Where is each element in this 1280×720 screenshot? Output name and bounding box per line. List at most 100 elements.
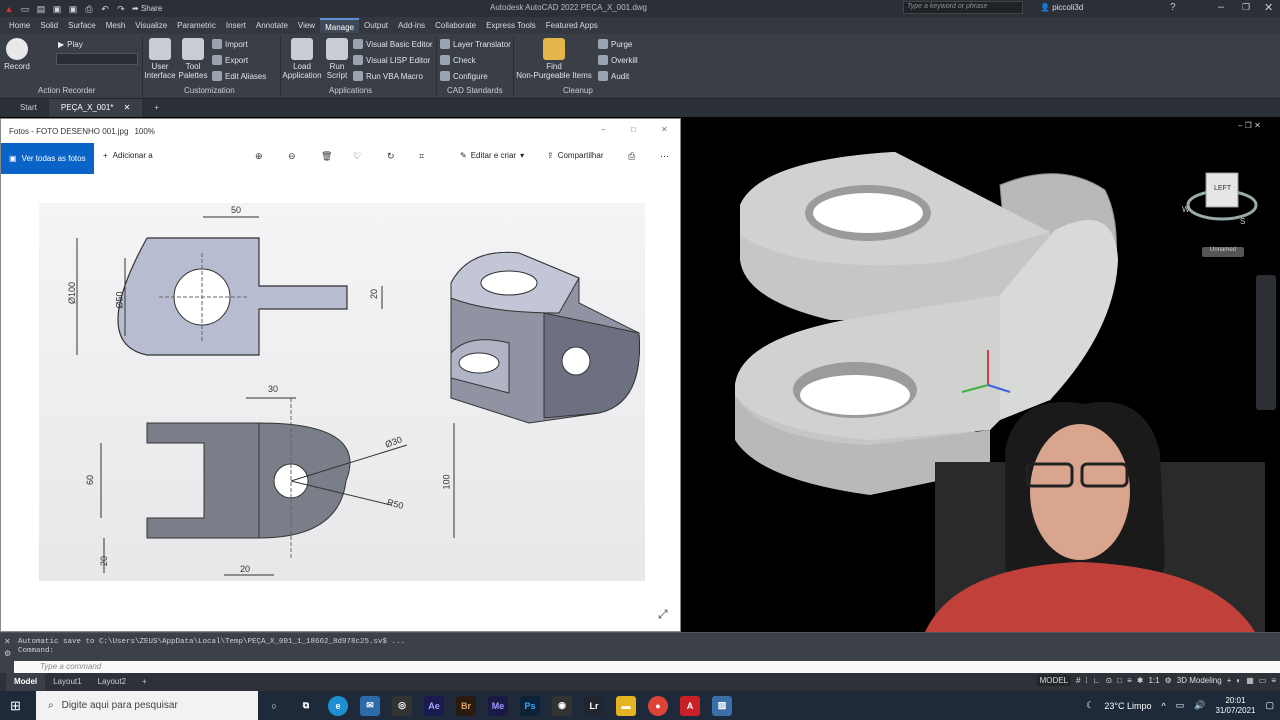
crop-icon[interactable]: ⌗: [419, 151, 424, 162]
autocad-logo-icon[interactable]: ▲: [4, 4, 14, 14]
share-photos-button[interactable]: ⇪ Compartilhar: [547, 151, 604, 160]
weather-icon[interactable]: ☾: [1086, 700, 1094, 711]
tab-collaborate[interactable]: Collaborate: [430, 18, 481, 33]
taskbar-search[interactable]: ⌕ Digite aqui para pesquisar: [36, 691, 258, 720]
add-to-button[interactable]: + Adicionar a: [103, 151, 153, 160]
help-icon[interactable]: ?: [1170, 2, 1176, 13]
tab-express-tools[interactable]: Express Tools: [481, 18, 541, 33]
tool-palettes-button[interactable]: Tool Palettes: [178, 38, 208, 80]
annotation-scale[interactable]: 1:1: [1148, 676, 1159, 685]
user-menu[interactable]: 👤 piccoli3d: [1040, 3, 1083, 12]
save-icon[interactable]: ▣: [52, 4, 62, 14]
tab-home[interactable]: Home: [4, 18, 35, 33]
visual-basic-editor-button[interactable]: Visual Basic Editor: [353, 38, 433, 50]
model-space-toggle[interactable]: MODEL: [1036, 675, 1072, 686]
load-application-button[interactable]: Load Application: [282, 38, 322, 80]
record-button[interactable]: Record: [4, 38, 30, 71]
tab-parametric[interactable]: Parametric: [172, 18, 221, 33]
task-view-icon[interactable]: ⧉: [296, 696, 316, 716]
save-as-icon[interactable]: ▣: [68, 4, 78, 14]
tab-view[interactable]: View: [293, 18, 320, 33]
favorite-icon[interactable]: ♡: [353, 151, 361, 162]
tab-surface[interactable]: Surface: [63, 18, 101, 33]
new-icon[interactable]: ▭: [20, 4, 30, 14]
close-tab-icon[interactable]: ✕: [124, 103, 131, 112]
plus-icon[interactable]: +: [1227, 676, 1232, 685]
photos-taskbar-icon[interactable]: ▨: [712, 695, 732, 716]
settings-cmd-icon[interactable]: ⚙: [4, 649, 11, 658]
autocad-icon[interactable]: A: [680, 695, 700, 716]
clean-screen-icon[interactable]: ▭: [1259, 676, 1267, 685]
lineweight-icon[interactable]: ≡: [1127, 676, 1132, 685]
tab-featured-apps[interactable]: Featured Apps: [541, 18, 603, 33]
isolate-icon[interactable]: ◐: [1236, 676, 1241, 685]
ortho-icon[interactable]: ∟: [1093, 676, 1101, 685]
open-icon[interactable]: ▤: [36, 4, 46, 14]
zoom-out-icon[interactable]: ⊖: [288, 151, 296, 162]
tab-solid[interactable]: Solid: [35, 18, 63, 33]
see-all-photos-button[interactable]: ▣ Ver todas as fotos: [1, 142, 94, 174]
zoom-in-icon[interactable]: ⊕: [255, 151, 263, 162]
media-encoder-icon[interactable]: Me: [488, 695, 508, 716]
run-script-button[interactable]: Run Script: [324, 38, 350, 80]
export-button[interactable]: Export: [212, 54, 248, 66]
play-button[interactable]: ▶ Play: [58, 38, 83, 50]
viewport-controls[interactable]: – ❐ ✕: [1238, 121, 1261, 130]
print-icon[interactable]: ⎙: [628, 151, 635, 162]
network-icon[interactable]: ▭: [1176, 700, 1185, 711]
purge-button[interactable]: Purge: [598, 38, 632, 50]
redo-icon[interactable]: ↷: [116, 4, 126, 14]
tab-mesh[interactable]: Mesh: [101, 18, 131, 33]
tab-add-ins[interactable]: Add-ins: [393, 18, 430, 33]
weather-label[interactable]: 23°C Limpo: [1104, 701, 1151, 711]
command-input[interactable]: Type a command: [14, 661, 1280, 673]
delete-icon[interactable]: 🗑: [321, 151, 332, 162]
maximize-icon[interactable]: ❐: [1242, 2, 1250, 13]
polar-icon[interactable]: ⊙: [1106, 676, 1113, 685]
windows-start-icon[interactable]: ⊞: [10, 698, 21, 714]
close-cmd-icon[interactable]: ✕: [4, 637, 11, 646]
app-icon[interactable]: ◉: [552, 695, 572, 716]
tab-output[interactable]: Output: [359, 18, 393, 33]
tab-visualize[interactable]: Visualize: [130, 18, 172, 33]
tab-layout2[interactable]: Layout2: [90, 673, 134, 691]
macro-select[interactable]: [56, 53, 138, 65]
photos-minimize-icon[interactable]: –: [601, 125, 605, 134]
tray-chevron-icon[interactable]: ^: [1161, 701, 1165, 711]
rotate-icon[interactable]: ↻: [387, 151, 395, 162]
edit-aliases-button[interactable]: Edit Aliases: [212, 70, 266, 82]
run-vba-macro-button[interactable]: Run VBA Macro: [353, 70, 423, 82]
configure-button[interactable]: Configure: [440, 70, 488, 82]
hardware-accel-icon[interactable]: ▦: [1246, 676, 1254, 685]
photos-close-icon[interactable]: ✕: [661, 125, 668, 134]
tab-peca-x-001[interactable]: PEÇA_X_001* ✕: [48, 99, 143, 117]
viewcube[interactable]: LEFT W S: [1182, 165, 1262, 235]
after-effects-icon[interactable]: Ae: [424, 695, 444, 716]
annotation-icon[interactable]: ✱: [1137, 676, 1144, 685]
plot-icon[interactable]: ⎙: [84, 4, 94, 14]
more-icon[interactable]: ⋯: [660, 151, 669, 162]
explorer-icon[interactable]: ▬: [616, 695, 636, 716]
minimize-icon[interactable]: –: [1218, 1, 1224, 13]
snap-icon[interactable]: ⁞: [1085, 676, 1087, 685]
action-recorder-panel-label[interactable]: Action Recorder: [38, 86, 95, 95]
new-tab-button[interactable]: +: [142, 99, 171, 117]
overkill-button[interactable]: Overkill: [598, 54, 638, 66]
layer-translator-button[interactable]: Layer Translator: [440, 38, 511, 50]
osnap-icon[interactable]: □: [1117, 676, 1122, 685]
check-button[interactable]: Check: [440, 54, 476, 66]
ucs-menu[interactable]: Unnamed: [1202, 247, 1244, 257]
undo-icon[interactable]: ↶: [100, 4, 110, 14]
obs-icon[interactable]: ◎: [392, 695, 412, 716]
tab-insert[interactable]: Insert: [221, 18, 251, 33]
lr-icon[interactable]: Lr: [584, 695, 604, 716]
fullscreen-icon[interactable]: ⤢: [658, 607, 668, 622]
close-icon[interactable]: ✕: [1264, 1, 1273, 14]
edit-create-button[interactable]: ✎ Editar e criar ▾: [460, 151, 524, 160]
edge-icon[interactable]: e: [328, 695, 348, 716]
tab-manage[interactable]: Manage: [320, 18, 360, 33]
notification-icon[interactable]: ▢: [1265, 700, 1274, 711]
search-input[interactable]: Type a keyword or phrase: [903, 1, 1023, 14]
bridge-icon[interactable]: Br: [456, 695, 476, 716]
workspace-switch[interactable]: 3D Modeling: [1177, 676, 1222, 685]
